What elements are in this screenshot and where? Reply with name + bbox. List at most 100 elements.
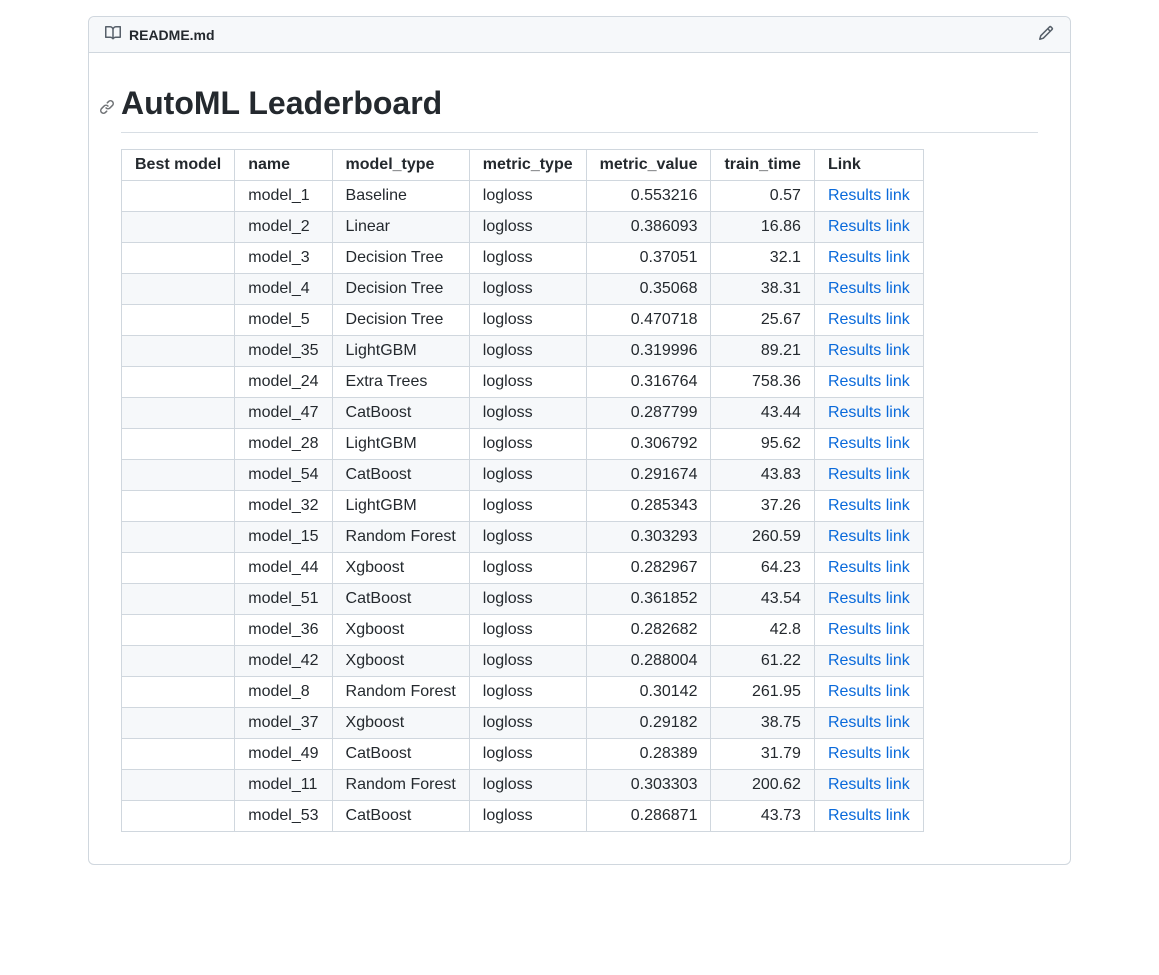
col-link: Link <box>814 150 923 181</box>
results-link[interactable]: Results link <box>828 807 910 824</box>
cell-model-type: CatBoost <box>332 398 469 429</box>
cell-train-time: 25.67 <box>711 305 814 336</box>
cell-name: model_3 <box>235 243 332 274</box>
results-link[interactable]: Results link <box>828 280 910 297</box>
cell-metric-value: 0.285343 <box>586 491 711 522</box>
table-row: model_42Xgboostlogloss0.28800461.22 Resul… <box>122 646 924 677</box>
results-link[interactable]: Results link <box>828 559 910 576</box>
results-link[interactable]: Results link <box>828 466 910 483</box>
cell-metric-value: 0.470718 <box>586 305 711 336</box>
results-link[interactable]: Results link <box>828 776 910 793</box>
cell-model-type: LightGBM <box>332 491 469 522</box>
cell-metric-type: logloss <box>469 460 586 491</box>
results-link[interactable]: Results link <box>828 373 910 390</box>
page-title: AutoML Leaderboard <box>121 85 1038 132</box>
table-row: model_2Linearlogloss0.38609316.86Results… <box>122 212 924 243</box>
table-header-row: Best model name model_type metric_type m… <box>122 150 924 181</box>
cell-train-time: 758.36 <box>711 367 814 398</box>
cell-metric-type: logloss <box>469 243 586 274</box>
cell-metric-type: logloss <box>469 646 586 677</box>
cell-name: model_51 <box>235 584 332 615</box>
results-link[interactable]: Results link <box>828 590 910 607</box>
cell-train-time: 32.1 <box>711 243 814 274</box>
results-link[interactable]: Results link <box>828 249 910 266</box>
cell-metric-value: 0.282682 <box>586 615 711 646</box>
cell-model-type: LightGBM <box>332 336 469 367</box>
cell-best-model <box>122 801 235 832</box>
pencil-icon[interactable] <box>1038 25 1054 44</box>
cell-model-type: Random Forest <box>332 770 469 801</box>
cell-model-type: CatBoost <box>332 584 469 615</box>
cell-best-model <box>122 429 235 460</box>
results-link[interactable]: Results link <box>828 714 910 731</box>
cell-metric-value: 0.288004 <box>586 646 711 677</box>
cell-metric-value: 0.287799 <box>586 398 711 429</box>
cell-metric-value: 0.316764 <box>586 367 711 398</box>
cell-name: model_28 <box>235 429 332 460</box>
table-row: model_5Decision Treelogloss0.47071825.67… <box>122 305 924 336</box>
cell-best-model <box>122 615 235 646</box>
cell-link: Results link <box>814 212 923 243</box>
cell-link: Results link <box>814 460 923 491</box>
cell-model-type: LightGBM <box>332 429 469 460</box>
cell-name: model_42 <box>235 646 332 677</box>
col-metric-type: metric_type <box>469 150 586 181</box>
cell-best-model <box>122 553 235 584</box>
cell-link: Results link <box>814 522 923 553</box>
cell-link: Results link <box>814 367 923 398</box>
cell-metric-type: logloss <box>469 553 586 584</box>
cell-train-time: 61.22 <box>711 646 814 677</box>
cell-best-model <box>122 522 235 553</box>
cell-train-time: 37.26 <box>711 491 814 522</box>
cell-metric-value: 0.291674 <box>586 460 711 491</box>
cell-link: Results link <box>814 615 923 646</box>
cell-metric-value: 0.282967 <box>586 553 711 584</box>
cell-metric-value: 0.29182 <box>586 708 711 739</box>
cell-metric-value: 0.319996 <box>586 336 711 367</box>
cell-name: model_5 <box>235 305 332 336</box>
results-link[interactable]: Results link <box>828 745 910 762</box>
cell-name: model_1 <box>235 181 332 212</box>
cell-metric-value: 0.37051 <box>586 243 711 274</box>
cell-link: Results link <box>814 677 923 708</box>
cell-link: Results link <box>814 398 923 429</box>
table-row: model_32LightGBMlogloss0.28534337.26Resu… <box>122 491 924 522</box>
table-row: model_4Decision Treelogloss0.3506838.31R… <box>122 274 924 305</box>
cell-name: model_36 <box>235 615 332 646</box>
cell-name: model_4 <box>235 274 332 305</box>
cell-best-model <box>122 336 235 367</box>
cell-name: model_24 <box>235 367 332 398</box>
table-row: model_1Baselinelogloss0.5532160.57Result… <box>122 181 924 212</box>
cell-name: model_32 <box>235 491 332 522</box>
divider <box>121 132 1038 133</box>
table-row: model_51CatBoostlogloss0.36185243.54Resu… <box>122 584 924 615</box>
cell-name: model_11 <box>235 770 332 801</box>
results-link[interactable]: Results link <box>828 497 910 514</box>
table-row: model_11Random Forestlogloss0.303303200.… <box>122 770 924 801</box>
cell-train-time: 64.23 <box>711 553 814 584</box>
cell-metric-value: 0.386093 <box>586 212 711 243</box>
cell-best-model <box>122 584 235 615</box>
leaderboard-table: Best model name model_type metric_type m… <box>121 149 924 832</box>
results-link[interactable]: Results link <box>828 187 910 204</box>
results-link[interactable]: Results link <box>828 342 910 359</box>
cell-model-type: Random Forest <box>332 522 469 553</box>
cell-metric-value: 0.303303 <box>586 770 711 801</box>
results-link[interactable]: Results link <box>828 528 910 545</box>
cell-metric-value: 0.35068 <box>586 274 711 305</box>
cell-link: Results link <box>814 274 923 305</box>
results-link[interactable]: Results link <box>828 652 910 669</box>
cell-name: model_47 <box>235 398 332 429</box>
link-icon[interactable] <box>99 99 115 118</box>
results-link[interactable]: Results link <box>828 218 910 235</box>
results-link[interactable]: Results link <box>828 683 910 700</box>
cell-model-type: Xgboost <box>332 646 469 677</box>
results-link[interactable]: Results link <box>828 404 910 421</box>
results-link[interactable]: Results link <box>828 435 910 452</box>
cell-best-model <box>122 212 235 243</box>
cell-name: model_8 <box>235 677 332 708</box>
results-link[interactable]: Results link <box>828 621 910 638</box>
table-row: model_36Xgboostlogloss0.28268242.8Result… <box>122 615 924 646</box>
cell-name: model_44 <box>235 553 332 584</box>
results-link[interactable]: Results link <box>828 311 910 328</box>
